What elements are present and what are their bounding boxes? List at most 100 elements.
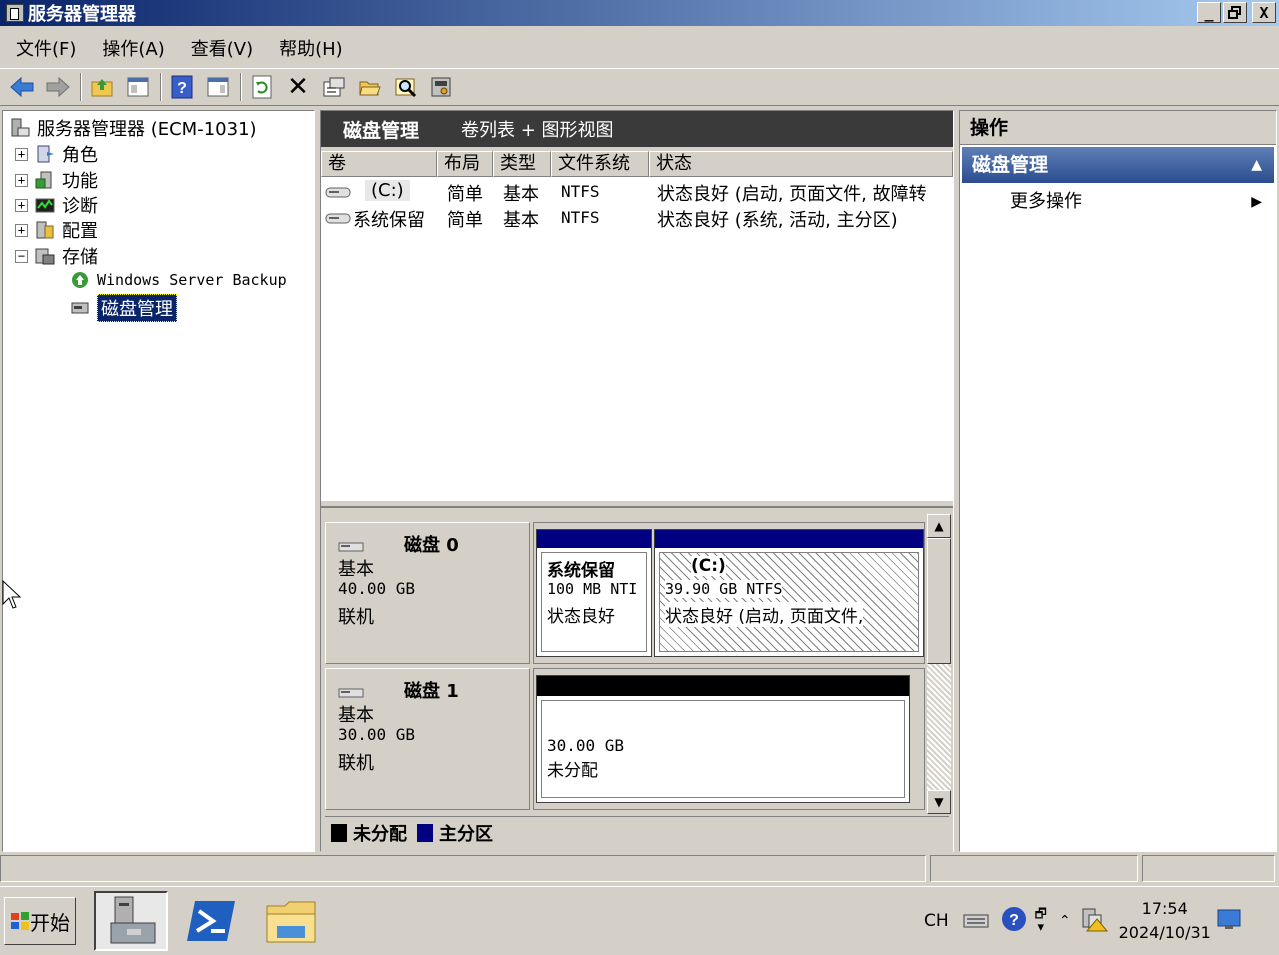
taskbar-server-manager[interactable]	[94, 891, 168, 951]
partition-unallocated[interactable]: 30.00 GB 未分配	[536, 675, 910, 803]
view-mode-label: 卷列表 + 图形视图	[461, 120, 614, 141]
toolbar-separator	[80, 73, 82, 101]
menu-bar: 文件(F) 操作(A) 查看(V) 帮助(H)	[0, 30, 1279, 66]
disk-0-info[interactable]: 磁盘 0 基本 40.00 GB 联机	[325, 522, 530, 664]
column-header-layout[interactable]: 布局	[437, 151, 493, 177]
configuration-icon	[34, 219, 56, 241]
disk-name: 磁盘 1	[404, 681, 459, 702]
network-warning-icon[interactable]	[1081, 905, 1109, 938]
table-row[interactable]: (C:) 简单 基本 NTFS 状态良好 (启动, 页面文件, 故障转	[321, 179, 953, 205]
cell-status: 状态良好 (启动, 页面文件, 故障转	[657, 184, 927, 205]
partition-size: 30.00 GB	[547, 736, 625, 755]
tree-item-roles[interactable]: + 角色	[15, 141, 98, 167]
partition-size: 39.90 GB NTFS	[665, 580, 783, 598]
svg-text:?: ?	[1009, 912, 1019, 929]
column-header-type[interactable]: 类型	[493, 151, 551, 177]
input-options-icon[interactable]: 🗗 ▾	[1035, 908, 1047, 934]
more-actions-label: 更多操作	[1010, 191, 1082, 212]
powershell-icon	[187, 901, 235, 941]
partition-name: 系统保留	[547, 561, 615, 581]
disk-name: 磁盘 0	[404, 535, 459, 556]
tree-item-label: 诊断	[62, 196, 98, 217]
diagnostics-icon	[34, 194, 56, 216]
tree-item-configuration[interactable]: + 配置	[15, 217, 98, 243]
taskbar-explorer[interactable]	[254, 891, 328, 951]
title-bar[interactable]: 服务器管理器	[0, 0, 1279, 26]
partition-c[interactable]: (C:) 39.90 GB NTFS 状态良好 (启动, 页面文件,	[654, 529, 924, 657]
tree-item-diagnostics[interactable]: + 诊断	[15, 192, 98, 218]
tree-item-label: 配置	[62, 221, 98, 242]
status-bar	[0, 855, 1279, 884]
disk-management-pane: 磁盘管理 卷列表 + 图形视图 卷 布局 类型 文件系统 状态 (C:) 简单 …	[320, 110, 954, 853]
partition-system-reserved[interactable]: 系统保留 100 MB NTI 状态良好	[536, 529, 652, 657]
cell-filesystem: NTFS	[561, 208, 600, 227]
up-folder-icon[interactable]	[88, 73, 116, 101]
show-hide-console-tree-icon[interactable]	[124, 73, 152, 101]
show-hidden-icons-icon[interactable]: ⌃	[1059, 913, 1071, 929]
tree-item-storage[interactable]: − 存储	[15, 243, 98, 269]
expand-icon[interactable]: +	[15, 198, 28, 212]
start-button[interactable]: 开始	[4, 897, 76, 945]
cell-type: 基本	[503, 210, 539, 231]
vertical-scrollbar[interactable]: ▲ ▼	[927, 514, 951, 814]
table-row[interactable]: 系统保留 简单 基本 NTFS 状态良好 (系统, 活动, 主分区)	[321, 205, 953, 231]
actions-section-header[interactable]: 磁盘管理 ▲	[962, 147, 1274, 183]
help-tray-icon[interactable]: ?	[1001, 906, 1027, 937]
volume-list: 卷 布局 类型 文件系统 状态 (C:) 简单 基本 NTFS 状态良好 (启动…	[321, 151, 953, 541]
legend-swatch-unallocated	[331, 823, 347, 842]
column-header-filesystem[interactable]: 文件系统	[551, 151, 649, 177]
minimize-button[interactable]: _	[1197, 2, 1221, 23]
submenu-arrow-icon: ▶	[1251, 194, 1262, 210]
more-actions-item[interactable]: 更多操作 ▶	[962, 185, 1274, 219]
clock-date: 2024/10/31	[1118, 923, 1211, 942]
clock[interactable]: 17:54 2024/10/31	[1119, 897, 1211, 945]
keyboard-icon[interactable]	[963, 909, 989, 934]
cell-layout: 简单	[447, 210, 483, 231]
menu-file[interactable]: 文件(F)	[16, 35, 76, 61]
back-arrow-icon[interactable]	[8, 73, 36, 101]
scrollbar-thumb[interactable]	[927, 538, 951, 664]
status-pane-3	[1142, 855, 1275, 882]
refresh-icon[interactable]	[248, 73, 276, 101]
open-folder-icon[interactable]	[356, 73, 384, 101]
collapse-up-icon[interactable]: ▲	[1251, 147, 1262, 183]
delete-icon[interactable]: ✕	[284, 72, 312, 102]
tree-item-label: 功能	[62, 171, 98, 192]
disk-1-info[interactable]: 磁盘 1 基本 30.00 GB 联机	[325, 668, 530, 810]
volume-icon	[325, 210, 351, 230]
help-icon[interactable]: ?	[168, 73, 196, 101]
disk-kind: 基本	[338, 705, 374, 726]
close-button[interactable]: X	[1252, 2, 1276, 23]
primary-partition-bar	[537, 530, 651, 548]
column-header-status[interactable]: 状态	[649, 151, 953, 177]
disk-settings-icon[interactable]	[428, 73, 456, 101]
scroll-up-button[interactable]: ▲	[927, 514, 951, 538]
expand-icon[interactable]: +	[15, 147, 28, 161]
taskbar-powershell[interactable]	[174, 891, 248, 951]
collapse-icon[interactable]: −	[15, 249, 28, 263]
language-indicator[interactable]: CH	[924, 911, 949, 931]
menu-action[interactable]: 操作(A)	[102, 35, 164, 61]
column-header-volume[interactable]: 卷	[321, 151, 437, 177]
disk-state: 联机	[338, 753, 374, 774]
maximize-button[interactable]	[1223, 2, 1247, 23]
pane-header: 磁盘管理 卷列表 + 图形视图	[321, 111, 953, 147]
show-hide-action-pane-icon[interactable]	[204, 73, 232, 101]
toolbar-separator	[240, 73, 242, 101]
tree-item-windows-server-backup[interactable]: Windows Server Backup	[69, 269, 287, 291]
properties-icon[interactable]	[320, 73, 348, 101]
search-icon[interactable]	[392, 73, 420, 101]
tree-item-features[interactable]: + 功能	[15, 167, 98, 193]
forward-arrow-icon[interactable]	[44, 73, 72, 101]
server-manager-window: 服务器管理器 _ X 文件(F) 操作(A) 查看(V) 帮助(H) ? ✕ 服…	[0, 0, 1279, 884]
partition-status: 状态良好 (启动, 页面文件,	[665, 602, 864, 627]
menu-view[interactable]: 查看(V)	[191, 35, 253, 61]
tree-item-disk-management[interactable]: 磁盘管理	[69, 294, 177, 322]
scroll-down-button[interactable]: ▼	[927, 790, 951, 814]
tree-root[interactable]: 服务器管理器 (ECM-1031)	[9, 115, 257, 141]
expand-icon[interactable]: +	[15, 223, 28, 237]
show-desktop-icon[interactable]	[1217, 907, 1241, 936]
menu-help[interactable]: 帮助(H)	[279, 35, 343, 61]
roles-icon	[34, 143, 56, 165]
expand-icon[interactable]: +	[15, 173, 28, 187]
